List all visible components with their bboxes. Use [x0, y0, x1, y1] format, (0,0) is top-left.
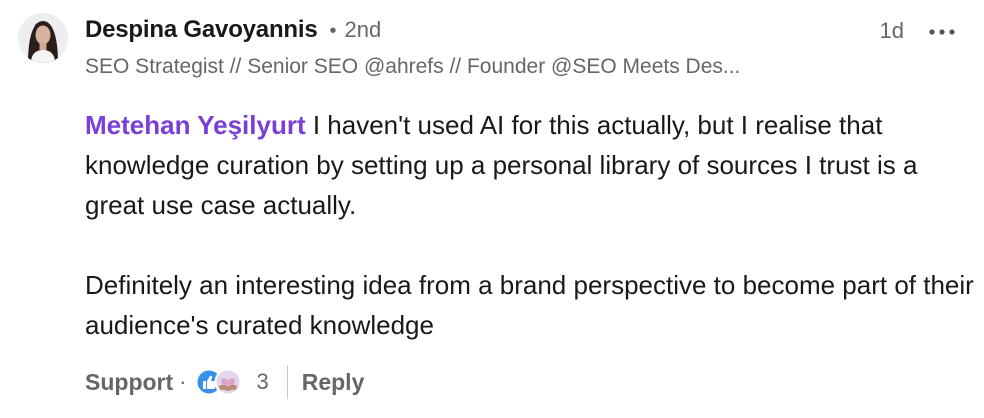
author-name[interactable]: Despina Gavoyannis: [85, 16, 318, 44]
author-row: Despina Gavoyannis • 2nd: [85, 16, 974, 50]
connection-degree: 2nd: [344, 17, 382, 42]
comment-timestamp: 1d: [879, 18, 904, 43]
author-headline: SEO Strategist // Senior SEO @ahrefs // …: [85, 55, 741, 78]
comment-card: Despina Gavoyannis • 2nd 1d SEO Strategi…: [0, 0, 984, 418]
action-divider: [286, 365, 288, 399]
comment-paragraph-1: Metehan Yeşilyurt I haven't used AI for …: [85, 105, 980, 225]
more-options-button[interactable]: [924, 18, 960, 46]
reactions-summary[interactable]: [194, 367, 246, 397]
avatar[interactable]: [18, 13, 68, 63]
avatar-photo-icon: [18, 13, 68, 63]
reaction-count[interactable]: 3: [256, 369, 268, 395]
separator-dot: •: [329, 20, 337, 42]
action-separator-dot: ·: [179, 369, 187, 394]
comment-header: Despina Gavoyannis • 2nd 1d SEO Strategi…: [85, 16, 974, 79]
support-reaction-icon: [214, 368, 242, 396]
reaction-icons: [195, 368, 242, 396]
comment-paragraph-2: Definitely an interesting idea from a br…: [85, 270, 974, 340]
support-button[interactable]: Support: [85, 369, 173, 396]
ellipsis-icon: [929, 29, 955, 35]
comment-body: Metehan Yeşilyurt I haven't used AI for …: [85, 105, 980, 345]
comment-actions: Support · 3 Reply: [85, 362, 364, 402]
reply-button[interactable]: Reply: [302, 369, 365, 396]
mention-link[interactable]: Metehan Yeşilyurt: [85, 110, 306, 140]
